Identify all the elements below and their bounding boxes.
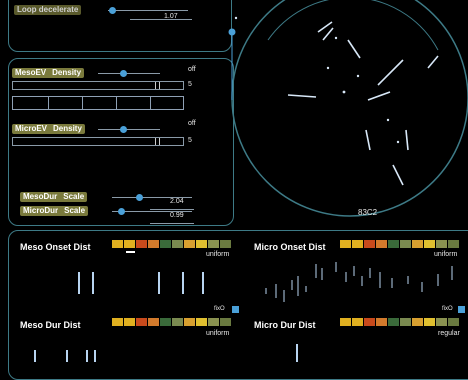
meso-onset-title: Meso Onset Dist (20, 242, 91, 252)
circle-readout: 83C2 (358, 208, 378, 217)
meso-ev-param: Density (52, 68, 82, 77)
micro-onset-swatches[interactable] (340, 240, 460, 248)
meso-onset-line (202, 272, 204, 294)
micro-onset-lines (265, 262, 453, 302)
meso-onset-dist: uniform (206, 251, 230, 258)
meso-ev-tag: MesoEV Density (12, 68, 85, 78)
meso-dur-line (66, 350, 68, 362)
meso-onset-line (158, 272, 160, 294)
meso-density-knob[interactable] (120, 70, 127, 77)
micro-dur-title: Micro Dur Dist (254, 320, 316, 330)
meso-dur-line (34, 350, 36, 362)
meso-dur-value: 2.04 (170, 198, 184, 205)
micro-toggle-text[interactable]: off (188, 120, 196, 127)
loop-decelerate-label: Loop decelerate (14, 5, 82, 15)
meso-dur-title: Meso Dur Dist (20, 320, 81, 330)
micro-dur-dist: regular (438, 330, 460, 337)
loop-value: 1.07 (164, 13, 178, 20)
loop-slider-knob[interactable] (109, 7, 116, 14)
meso-onset-swatches[interactable] (112, 240, 232, 248)
micro-onset-dist: uniform (434, 251, 458, 258)
meso-onset-line (78, 272, 80, 294)
loop-value-box[interactable] (130, 11, 192, 20)
meso-dur-tag: MesoDur Scale (20, 192, 88, 202)
micro-dur-param: Scale (64, 206, 86, 215)
micro-ev-label: MicroEV (15, 124, 48, 133)
micro-ev-tag: MicroEV Density (12, 124, 85, 134)
meso-dur-knob[interactable] (136, 194, 143, 201)
meso-ev-label: MesoEV (15, 68, 47, 77)
meso-density-number-box[interactable] (12, 81, 184, 90)
circular-visualizer[interactable] (228, 0, 468, 230)
micro-dur-tag: MicroDur Scale (20, 206, 89, 216)
meso-dur-line (86, 350, 88, 362)
meso-onset-line (92, 272, 94, 294)
meso-event-lane[interactable] (12, 96, 184, 110)
meso-onset-fix-checkbox[interactable] (232, 306, 239, 313)
micro-density-knob[interactable] (120, 126, 127, 133)
meso-onset-fix-label: fixO (214, 306, 225, 312)
micro-dur-label: MicroDur (23, 206, 59, 215)
meso-dur-line (94, 350, 96, 362)
meso-onset-line (182, 272, 184, 294)
micro-dur-value: 0.99 (170, 212, 184, 219)
micro-dur-line (296, 344, 298, 362)
meso-onset-selection (126, 251, 135, 253)
micro-density-number: 5 (188, 137, 192, 144)
micro-density-number-box[interactable] (12, 137, 184, 146)
micro-dur-knob[interactable] (118, 208, 125, 215)
meso-dur-swatches[interactable] (112, 318, 232, 326)
micro-dur-swatches[interactable] (340, 318, 460, 326)
meso-dur-label: MesoDur (23, 192, 58, 201)
meso-dur-dist: uniform (206, 330, 230, 337)
micro-ev-param: Density (53, 124, 82, 133)
meso-dur-param: Scale (63, 192, 85, 201)
meso-density-number: 5 (188, 81, 192, 88)
micro-density-slider[interactable] (98, 129, 160, 130)
meso-toggle-text[interactable]: off (188, 66, 196, 73)
meso-density-slider[interactable] (98, 73, 160, 74)
micro-onset-fix-label: fixO (442, 306, 453, 312)
micro-onset-title: Micro Onset Dist (254, 242, 326, 252)
micro-onset-fix-checkbox[interactable] (458, 306, 465, 313)
